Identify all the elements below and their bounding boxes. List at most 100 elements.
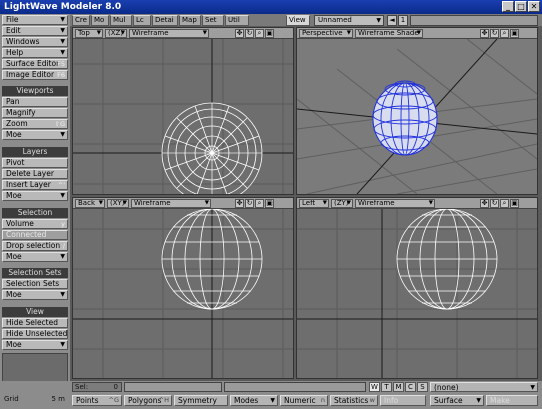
viewport-canvas[interactable] xyxy=(73,208,293,378)
hide-unselected-button[interactable]: Hide Unselected xyxy=(2,329,68,339)
move-icon[interactable]: ✥ xyxy=(235,29,244,38)
tab-setup[interactable]: Set xyxy=(202,15,224,26)
hotkey: ^H xyxy=(158,396,169,404)
close-button[interactable]: ✕ xyxy=(528,1,540,12)
zoom-icon[interactable]: ⌕ xyxy=(500,29,509,38)
view-axes-select[interactable]: (XZ) xyxy=(105,29,127,38)
layers-more-menu[interactable]: Moe xyxy=(2,191,68,201)
view-more-menu[interactable]: Moe xyxy=(2,340,68,350)
tab-utilities[interactable]: Util xyxy=(225,15,249,26)
edit-menu[interactable]: Edit xyxy=(2,26,68,36)
zoom-button[interactable]: Zoom ⇧G xyxy=(2,119,68,129)
maximize-button[interactable]: □ xyxy=(515,1,527,12)
viewports-more-menu[interactable]: Moe xyxy=(2,130,68,140)
move-icon[interactable]: ✥ xyxy=(480,199,489,208)
rotate-icon[interactable]: ↻ xyxy=(245,29,254,38)
maximize-icon[interactable]: ▣ xyxy=(510,29,519,38)
numeric-button[interactable]: Numeric n xyxy=(280,395,328,406)
toggle-c[interactable]: C xyxy=(405,382,416,392)
view-position-select[interactable]: Left xyxy=(299,199,329,208)
view-axes-select[interactable]: (XY) xyxy=(107,199,129,208)
view-position-select[interactable]: Back xyxy=(75,199,105,208)
move-icon[interactable]: ✥ xyxy=(480,29,489,38)
help-menu[interactable]: Help xyxy=(2,48,68,58)
toggle-t[interactable]: T xyxy=(381,382,392,392)
rotate-icon[interactable]: ↻ xyxy=(490,199,499,208)
points-mode-button[interactable]: Points ^G xyxy=(72,395,122,406)
viewport-top[interactable]: Top (XZ) Wireframe ✥ ↻ ⌕ ▣ xyxy=(72,27,294,195)
viewport-canvas[interactable] xyxy=(73,39,293,194)
viewport-canvas[interactable] xyxy=(297,208,537,378)
window-controls: _ □ ✕ xyxy=(502,1,540,12)
symmetry-button[interactable]: Symmetry xyxy=(174,395,228,406)
app-title: LightWave Modeler 8.0 xyxy=(4,2,122,12)
drop-selection-button[interactable]: Drop selection / xyxy=(2,241,68,251)
render-mode-select[interactable]: Wireframe xyxy=(355,199,435,208)
insert-layer-button[interactable]: Insert Layer ^' xyxy=(2,180,68,190)
pivot-button[interactable]: Pivot xyxy=(2,158,68,168)
view-position-select[interactable]: Perspective xyxy=(299,29,353,38)
surface-editor-button[interactable]: Surface Editor F5 xyxy=(2,59,68,69)
connected-button[interactable]: Connected xyxy=(2,230,68,240)
minimize-button[interactable]: _ xyxy=(502,1,514,12)
hotkey: / xyxy=(62,242,65,250)
tab-modify[interactable]: Mo xyxy=(91,15,109,26)
viewport-canvas[interactable] xyxy=(297,38,537,194)
selection-sets-header: Selection Sets xyxy=(2,268,68,278)
viewport-back[interactable]: Back (XY) Wireframe ✥ ↻ ⌕ ▣ xyxy=(72,197,294,379)
selection-sets-button[interactable]: Selection Sets xyxy=(2,279,68,289)
zoom-icon[interactable]: ⌕ xyxy=(255,29,264,38)
view-position-select[interactable]: Top xyxy=(75,29,103,38)
grid-readout: Grid 5 m xyxy=(2,395,68,406)
image-editor-button[interactable]: Image Editor F6 xyxy=(2,70,68,80)
rotate-icon[interactable]: ↻ xyxy=(490,29,499,38)
maximize-icon[interactable]: ▣ xyxy=(265,29,274,38)
render-mode-select[interactable]: Wireframe xyxy=(131,199,211,208)
sel-value: 0 xyxy=(113,383,118,391)
toggle-s[interactable]: S xyxy=(417,382,428,392)
toggle-m[interactable]: M xyxy=(393,382,404,392)
windows-menu[interactable]: Windows xyxy=(2,37,68,47)
viewport-left[interactable]: Left (ZY) Wireframe ✥ ↻ ⌕ ▣ xyxy=(296,197,538,379)
file-menu[interactable]: File xyxy=(2,15,68,25)
move-icon[interactable]: ✥ xyxy=(235,199,244,208)
surface-button[interactable]: Surface xyxy=(430,395,484,406)
statistics-button[interactable]: Statistics w xyxy=(330,395,378,406)
viewport-perspective[interactable]: Perspective Wireframe Shade ✥ ↻ ⌕ ▣ xyxy=(296,27,538,195)
render-mode-select[interactable]: Wireframe xyxy=(129,29,209,38)
tab-create[interactable]: Cre xyxy=(72,15,90,26)
render-mode-select[interactable]: Wireframe Shade xyxy=(355,29,423,38)
layer-1-button[interactable]: 1 xyxy=(398,15,408,26)
selection-sets-more-menu[interactable]: Moe xyxy=(2,290,68,300)
tab-construct[interactable]: Lc xyxy=(133,15,151,26)
zoom-icon[interactable]: ⌕ xyxy=(500,199,509,208)
top-view-drawing xyxy=(73,39,293,194)
tab-detail[interactable]: Detai xyxy=(152,15,178,26)
make-button[interactable]: Make xyxy=(486,395,538,406)
modes-menu[interactable]: Modes xyxy=(230,395,278,406)
selection-more-menu[interactable]: Moe xyxy=(2,252,68,262)
view-axes-select[interactable]: (ZY) xyxy=(331,199,353,208)
hide-selected-button[interactable]: Hide Selected xyxy=(2,318,68,328)
layer-bar[interactable] xyxy=(410,15,538,26)
vertex-map-select[interactable]: (none) xyxy=(430,382,538,392)
viewport-header: Back (XY) Wireframe ✥ ↻ ⌕ ▣ xyxy=(73,198,293,209)
tab-map[interactable]: Map xyxy=(179,15,201,26)
selection-count: Sel: 0 xyxy=(72,382,122,392)
tab-multiply[interactable]: Mul xyxy=(110,15,132,26)
rotate-icon[interactable]: ↻ xyxy=(245,199,254,208)
delete-layer-button[interactable]: Delete Layer xyxy=(2,169,68,179)
toggle-w[interactable]: W xyxy=(369,382,380,392)
maximize-icon[interactable]: ▣ xyxy=(510,199,519,208)
maximize-icon[interactable]: ▣ xyxy=(265,199,274,208)
magnify-button[interactable]: Magnify xyxy=(2,108,68,118)
tab-view[interactable]: View xyxy=(286,15,310,26)
pan-button[interactable]: Pan xyxy=(2,97,68,107)
info-button[interactable]: Info xyxy=(380,395,426,406)
zoom-icon[interactable]: ⌕ xyxy=(255,199,264,208)
object-select[interactable]: Unnamed xyxy=(314,15,384,26)
view-header: View xyxy=(2,307,68,317)
prev-object-button[interactable]: ◄ xyxy=(387,15,397,26)
volume-button[interactable]: Volume y xyxy=(2,219,68,229)
polygons-mode-button[interactable]: Polygons ^H xyxy=(124,395,172,406)
